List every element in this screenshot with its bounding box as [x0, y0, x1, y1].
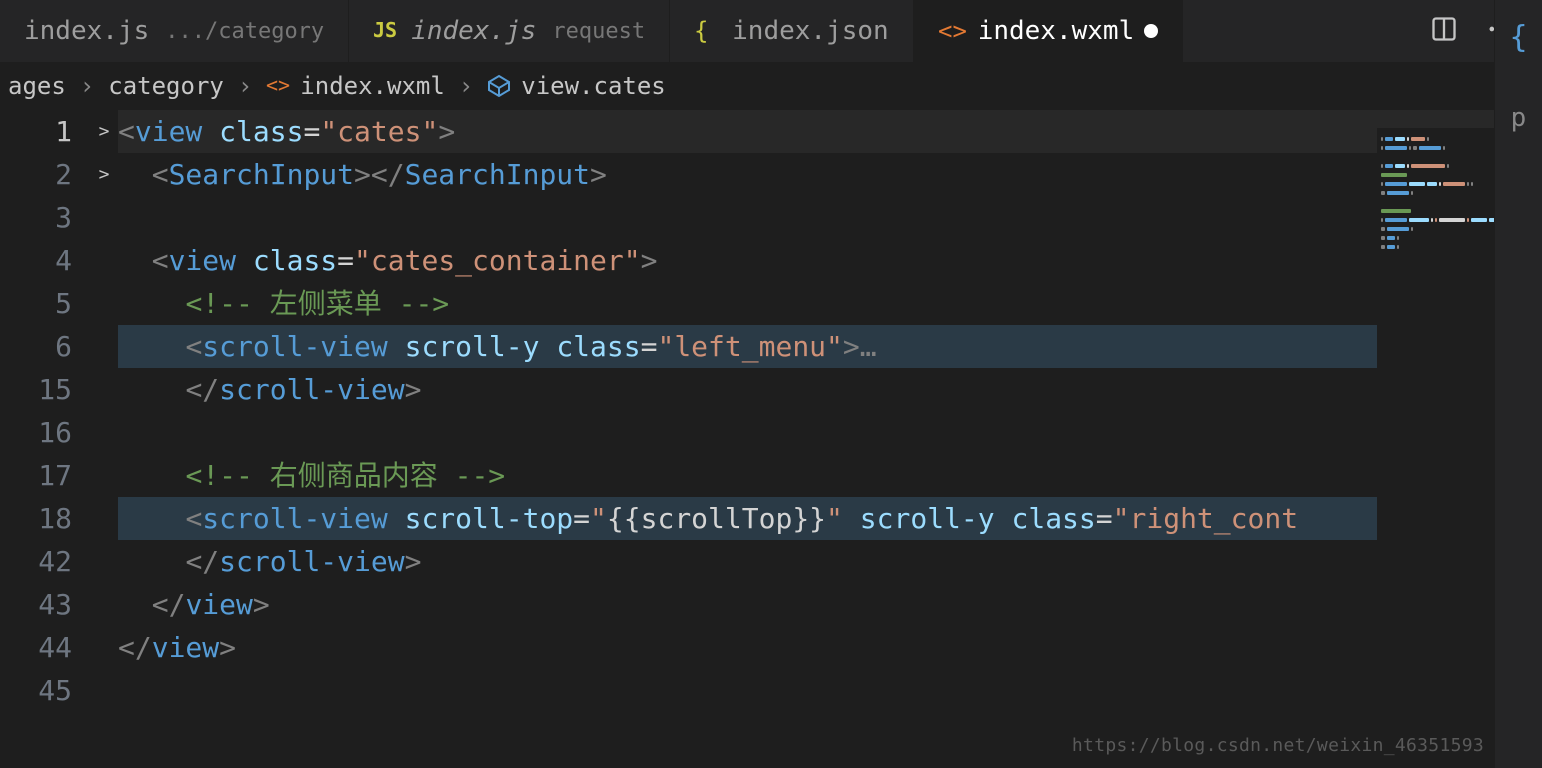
tab-label: index.js	[411, 16, 536, 46]
split-editor-icon[interactable]	[1430, 15, 1458, 47]
breadcrumb-item[interactable]: view.cates	[487, 72, 666, 100]
breadcrumb: ages › category › <> index.wxml › view.c…	[0, 62, 1542, 110]
tab-sublabel: .../category	[165, 19, 324, 44]
fold-toggle[interactable]: >	[90, 153, 118, 196]
breadcrumb-item[interactable]: <> index.wxml	[266, 72, 445, 100]
tab-bar: index.js .../category JS index.js reques…	[0, 0, 1542, 62]
braces-icon: { }	[694, 17, 722, 45]
js-icon: JS	[373, 17, 401, 45]
svg-text:<>: <>	[266, 74, 290, 97]
svg-text:<>: <>	[938, 17, 967, 45]
svg-text:JS: JS	[373, 18, 397, 42]
tab-index-json[interactable]: { } index.json	[670, 0, 914, 62]
tab-label: index.wxml	[978, 16, 1135, 46]
tab-index-js-request[interactable]: JS index.js request	[349, 0, 670, 62]
brace-icon[interactable]: {	[1509, 20, 1527, 55]
code-area[interactable]: <view class="cates"> <SearchInput></Sear…	[118, 110, 1542, 758]
fold-gutter: >>	[90, 110, 118, 758]
line-gutter: 1234561516171842434445	[0, 110, 90, 758]
angle-icon: <>	[266, 74, 290, 98]
breadcrumb-item[interactable]: ages	[8, 72, 66, 100]
chevron-right-icon: ›	[459, 72, 473, 100]
chevron-right-icon: ›	[80, 72, 94, 100]
code-editor[interactable]: 1234561516171842434445 >> <view class="c…	[0, 110, 1542, 758]
chevron-right-icon: ›	[238, 72, 252, 100]
tab-index-js-category[interactable]: index.js .../category	[0, 0, 349, 62]
breadcrumb-item[interactable]: category	[108, 72, 224, 100]
watermark: https://blog.csdn.net/weixin_46351593	[1072, 735, 1484, 756]
tab-index-wxml[interactable]: <> index.wxml	[914, 0, 1184, 62]
modified-dot-icon	[1144, 24, 1158, 38]
tab-sublabel: request	[552, 19, 645, 44]
fold-toggle[interactable]: >	[90, 110, 118, 153]
tab-label: index.json	[732, 16, 889, 46]
svg-text:{ }: { }	[694, 17, 722, 45]
panel-letter: p	[1511, 103, 1527, 133]
angle-icon: <>	[938, 17, 968, 45]
tab-label: index.js	[24, 16, 149, 46]
right-panel: { p	[1494, 0, 1542, 768]
cube-icon	[487, 74, 511, 98]
